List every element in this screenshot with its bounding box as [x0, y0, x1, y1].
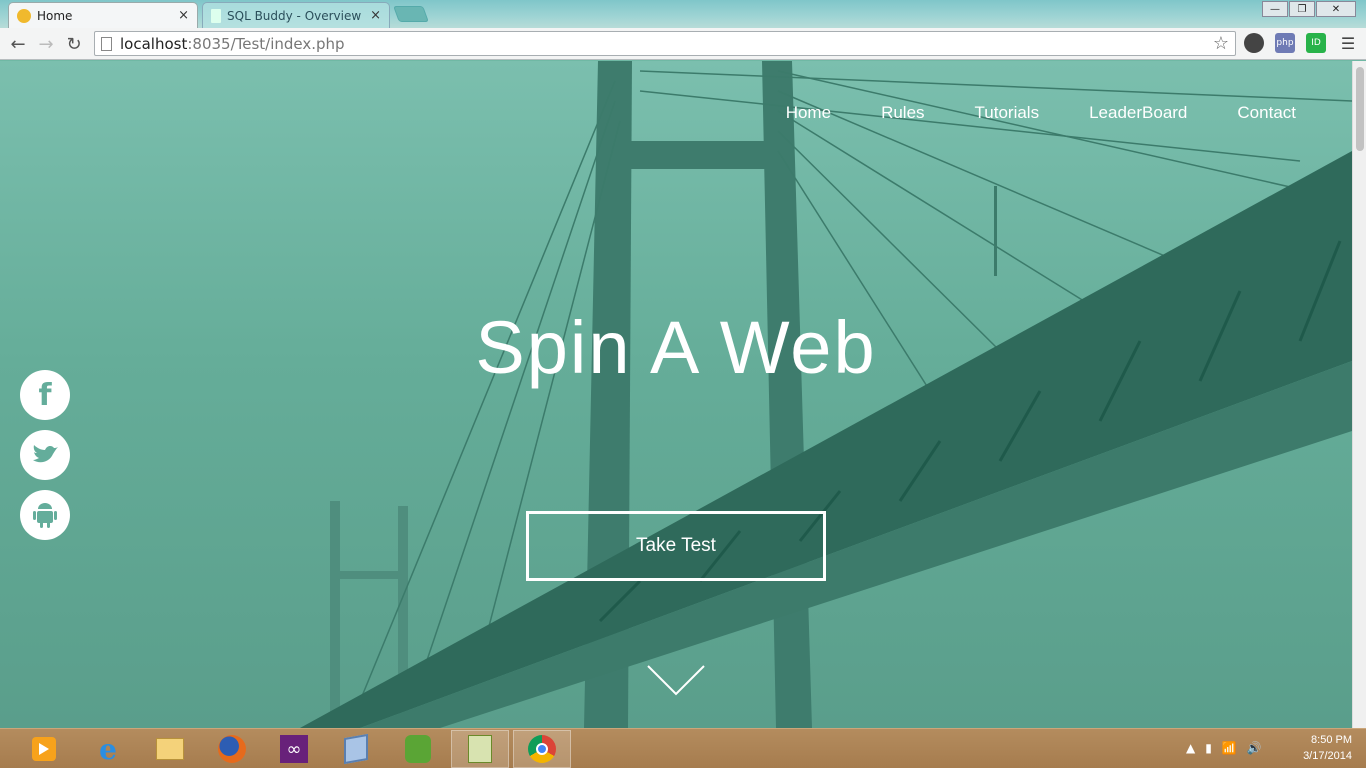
- minimize-button[interactable]: —: [1262, 1, 1288, 17]
- nav-rules[interactable]: Rules: [881, 103, 924, 123]
- close-window-button[interactable]: ✕: [1316, 1, 1356, 17]
- reload-button[interactable]: ↻: [62, 32, 86, 56]
- site-nav: Home Rules Tutorials LeaderBoard Contact: [786, 103, 1296, 123]
- menu-icon[interactable]: ☰: [1338, 33, 1358, 53]
- notepadpp-icon[interactable]: [464, 733, 496, 765]
- network-icon[interactable]: 📶: [1222, 741, 1237, 755]
- system-tray: ▲ ▮ 📶 🔊: [1186, 741, 1262, 755]
- restore-button[interactable]: ❐: [1289, 1, 1315, 17]
- back-button[interactable]: ←: [6, 32, 30, 56]
- chevron-down-icon[interactable]: [646, 664, 706, 698]
- internet-explorer-icon[interactable]: e: [92, 733, 124, 766]
- battery-icon[interactable]: ▮: [1205, 741, 1212, 755]
- show-hidden-icons-icon[interactable]: ▲: [1186, 741, 1195, 755]
- close-icon[interactable]: ×: [370, 8, 381, 23]
- take-test-button[interactable]: Take Test: [526, 511, 826, 581]
- url-path: :8035/Test/index.php: [187, 34, 345, 53]
- page-scrollbar[interactable]: [1352, 61, 1366, 728]
- clock-time: 8:50 PM: [1311, 734, 1352, 746]
- file-explorer-icon[interactable]: [154, 733, 186, 765]
- tab-home[interactable]: Home ×: [8, 2, 198, 28]
- tab-sql-buddy[interactable]: SQL Buddy - Overview - s ×: [202, 2, 390, 28]
- clock[interactable]: 8:50 PM 3/17/2014: [1303, 732, 1352, 764]
- id-icon[interactable]: ID: [1306, 33, 1326, 53]
- php-icon[interactable]: php: [1275, 33, 1295, 53]
- web-page: Home Rules Tutorials LeaderBoard Contact…: [0, 61, 1352, 728]
- hero-title: Spin A Web: [475, 306, 877, 389]
- url-host: localhost: [120, 34, 188, 53]
- favicon-icon: [17, 8, 31, 23]
- chrome-icon[interactable]: [526, 733, 558, 765]
- clock-date: 3/17/2014: [1303, 750, 1352, 762]
- virtualbox-icon[interactable]: [340, 733, 372, 765]
- nav-home[interactable]: Home: [786, 103, 831, 123]
- tab-label: SQL Buddy - Overview - s: [227, 8, 364, 23]
- bookmark-star-icon[interactable]: ☆: [1213, 33, 1229, 54]
- nav-contact[interactable]: Contact: [1237, 103, 1296, 123]
- browser-tab-strip: Home × SQL Buddy - Overview - s × — ❐ ✕: [0, 0, 1366, 28]
- browser-toolbar: ← → ↻ localhost:8035/Test/index.php ☆ ph…: [0, 28, 1366, 60]
- address-bar[interactable]: localhost:8035/Test/index.php ☆: [94, 31, 1236, 56]
- nav-tutorials[interactable]: Tutorials: [975, 103, 1040, 123]
- facebook-icon[interactable]: f: [20, 370, 70, 420]
- scroll-thumb[interactable]: [1356, 67, 1364, 151]
- forward-button[interactable]: →: [34, 32, 58, 56]
- bridge-background: [300, 61, 1352, 728]
- close-icon[interactable]: ×: [178, 8, 189, 23]
- volume-icon[interactable]: 🔊: [1247, 741, 1262, 755]
- evernote-icon[interactable]: [402, 733, 434, 765]
- firefox-icon[interactable]: [216, 733, 248, 765]
- visual-studio-icon[interactable]: ∞: [278, 733, 310, 765]
- page-icon: [101, 36, 112, 51]
- nav-leaderboard[interactable]: LeaderBoard: [1089, 103, 1187, 123]
- tab-label: Home: [37, 8, 73, 23]
- android-icon[interactable]: [20, 490, 70, 540]
- windows-taskbar: e ∞ ▲ ▮ 📶 🔊 8:50 PM 3/17/2014: [0, 728, 1366, 768]
- media-player-icon[interactable]: [28, 733, 60, 765]
- page-icon: [211, 8, 221, 23]
- chrome-icon[interactable]: [1244, 33, 1264, 53]
- new-tab-button[interactable]: [393, 6, 429, 22]
- twitter-icon[interactable]: [20, 430, 70, 480]
